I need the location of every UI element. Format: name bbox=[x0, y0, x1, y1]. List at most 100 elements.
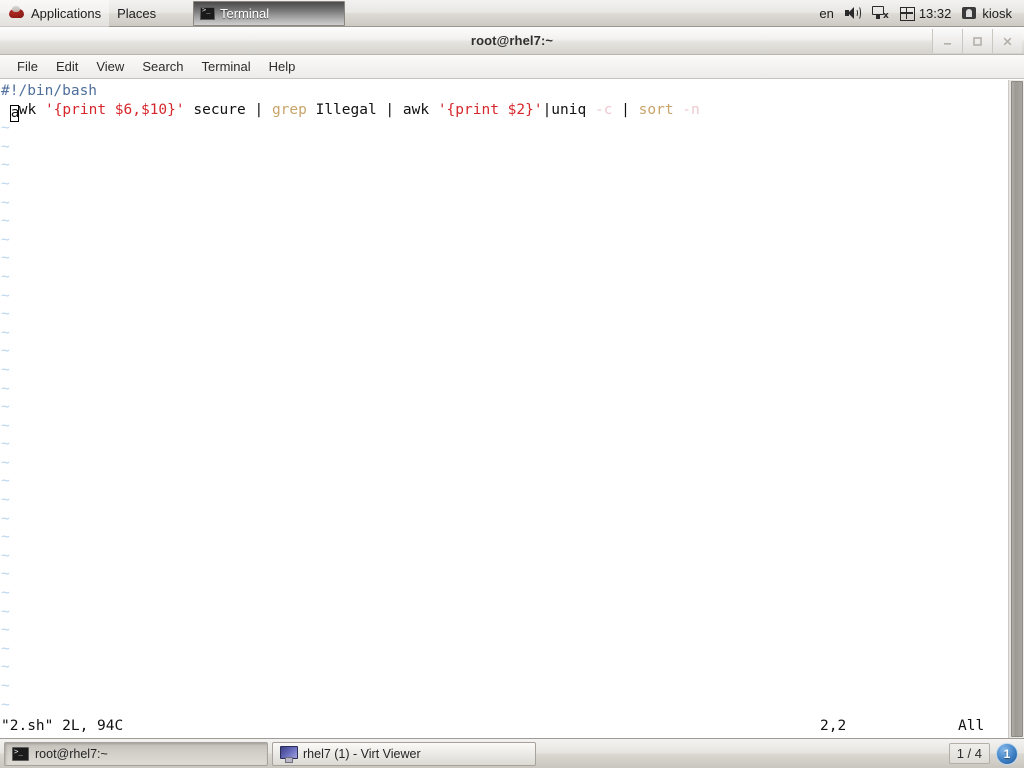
vim-empty-line: ~ bbox=[1, 510, 1008, 529]
vim-tilde-marker: ~ bbox=[1, 380, 10, 397]
menu-search[interactable]: Search bbox=[133, 55, 192, 79]
menu-help[interactable]: Help bbox=[260, 55, 305, 79]
applications-menu[interactable]: Applications bbox=[0, 0, 110, 27]
vim-empty-line: ~ bbox=[1, 156, 1008, 175]
vim-token: grep bbox=[271, 101, 307, 118]
menu-edit[interactable]: Edit bbox=[47, 55, 87, 79]
workspace-count-label[interactable]: 1 / 4 bbox=[948, 743, 990, 764]
vim-token bbox=[1, 102, 10, 118]
top-panel-left: Applications Places bbox=[0, 0, 164, 27]
taskbar-item-label: rhel7 (1) - Virt Viewer bbox=[303, 746, 421, 761]
calendar-icon bbox=[899, 6, 915, 21]
vim-empty-line: ~ bbox=[1, 472, 1008, 491]
volume-icon bbox=[844, 6, 861, 20]
clock-button[interactable]: 13:32 bbox=[895, 0, 957, 27]
vim-empty-line: ~ bbox=[1, 398, 1008, 417]
vim-tilde-marker: ~ bbox=[1, 287, 10, 304]
network-button[interactable]: x bbox=[867, 0, 894, 27]
vim-tilde-marker: ~ bbox=[1, 547, 10, 564]
terminal-screen[interactable]: #!/bin/bash awk '{print $6,$10}' secure … bbox=[0, 80, 1024, 738]
close-icon bbox=[1003, 37, 1012, 45]
vim-empty-line: ~ bbox=[1, 231, 1008, 250]
vim-tilde-marker: ~ bbox=[1, 138, 10, 155]
desktop-screen: Applications Places Terminal en bbox=[0, 0, 1024, 768]
vim-empty-line: ~ bbox=[1, 305, 1008, 324]
vim-token: '{print $6,$10}' bbox=[44, 101, 185, 118]
terminal-menu-bar: File Edit View Search Terminal Help bbox=[0, 55, 1024, 79]
vim-line: #!/bin/bash bbox=[1, 82, 1008, 101]
vim-empty-line: ~ bbox=[1, 342, 1008, 361]
vim-tilde-marker: ~ bbox=[1, 417, 10, 434]
vim-empty-line: ~ bbox=[1, 658, 1008, 677]
vim-tilde-marker: ~ bbox=[1, 436, 10, 453]
vim-tilde-marker: ~ bbox=[1, 120, 10, 137]
vim-empty-line: ~ bbox=[1, 584, 1008, 603]
vim-text-buffer[interactable]: #!/bin/bash awk '{print $6,$10}' secure … bbox=[0, 80, 1008, 716]
taskbar-item-label: root@rhel7:~ bbox=[35, 746, 108, 761]
user-menu-label: kiosk bbox=[982, 5, 1012, 21]
vim-tilde-marker: ~ bbox=[1, 175, 10, 192]
vim-tilde-marker: ~ bbox=[1, 473, 10, 490]
applications-menu-label: Applications bbox=[31, 5, 102, 21]
vim-tilde-marker: ~ bbox=[1, 678, 10, 694]
menu-terminal[interactable]: Terminal bbox=[193, 55, 260, 79]
vim-tilde-marker: ~ bbox=[1, 213, 10, 230]
vim-token: wk bbox=[18, 101, 45, 118]
minimize-button[interactable] bbox=[932, 29, 962, 53]
volume-button[interactable] bbox=[840, 0, 866, 27]
vim-tilde-marker: ~ bbox=[1, 157, 10, 174]
vim-empty-line: ~ bbox=[1, 249, 1008, 268]
minimize-icon bbox=[944, 42, 951, 45]
menu-file[interactable]: File bbox=[8, 55, 47, 79]
vim-tilde-marker: ~ bbox=[1, 585, 10, 602]
terminal-scrollbar-thumb[interactable] bbox=[1011, 81, 1023, 737]
keyboard-layout-indicator[interactable]: en bbox=[814, 0, 838, 27]
vim-empty-line: ~ bbox=[1, 603, 1008, 622]
vim-empty-line: ~ bbox=[1, 547, 1008, 566]
terminal-scrollbar[interactable] bbox=[1008, 80, 1024, 738]
vim-tilde-marker: ~ bbox=[1, 454, 10, 471]
vim-empty-line: ~ bbox=[1, 491, 1008, 510]
vim-tilde-marker: ~ bbox=[1, 268, 10, 285]
workspace-badge[interactable]: 1 bbox=[996, 742, 1018, 765]
vim-empty-line: ~ bbox=[1, 417, 1008, 436]
workspace-switcher[interactable]: 1 / 4 1 bbox=[948, 742, 1020, 765]
vim-token: secure | bbox=[184, 101, 272, 118]
vim-cursor-position: 2,2 bbox=[820, 718, 847, 734]
taskbar-item-terminal[interactable]: root@rhel7:~ bbox=[4, 741, 268, 766]
vim-empty-line: ~ bbox=[1, 435, 1008, 454]
places-menu[interactable]: Places bbox=[109, 0, 164, 27]
vim-tilde-marker: ~ bbox=[1, 696, 10, 713]
panel-window-button-terminal[interactable]: Terminal bbox=[193, 1, 345, 26]
vim-empty-line: ~ bbox=[1, 565, 1008, 584]
vim-empty-line: ~ bbox=[1, 287, 1008, 306]
menu-view[interactable]: View bbox=[87, 55, 133, 79]
panel-window-button-label: Terminal bbox=[220, 6, 270, 21]
vim-tilde-marker: ~ bbox=[1, 529, 10, 546]
clock-label: 13:32 bbox=[918, 5, 952, 21]
vim-tilde-marker: ~ bbox=[1, 492, 10, 509]
vim-empty-line: ~ bbox=[1, 528, 1008, 547]
close-button[interactable] bbox=[992, 29, 1022, 53]
user-menu[interactable]: kiosk bbox=[957, 0, 1017, 27]
monitor-icon bbox=[280, 746, 298, 763]
vim-empty-line: ~ bbox=[1, 268, 1008, 287]
window-title-bar[interactable]: root@rhel7:~ bbox=[0, 27, 1024, 55]
vim-empty-line: ~ bbox=[1, 454, 1008, 473]
vim-line: awk '{print $6,$10}' secure | grep Illeg… bbox=[1, 101, 1008, 122]
vim-tilde-marker: ~ bbox=[1, 194, 10, 211]
user-session-icon bbox=[962, 6, 977, 20]
vim-token: -n bbox=[682, 101, 700, 118]
vim-tilde-marker: ~ bbox=[1, 659, 10, 676]
vim-tilde-marker: ~ bbox=[1, 343, 10, 360]
vim-scroll-indicator: All bbox=[958, 718, 985, 734]
vim-tilde-marker: ~ bbox=[1, 361, 10, 378]
window-title: root@rhel7:~ bbox=[470, 33, 554, 48]
vim-token: #!/bin/bash bbox=[1, 83, 98, 99]
vim-empty-line: ~ bbox=[1, 119, 1008, 138]
maximize-button[interactable] bbox=[962, 29, 992, 53]
vim-empty-line: ~ bbox=[1, 621, 1008, 640]
taskbar-item-virt-viewer[interactable]: rhel7 (1) - Virt Viewer bbox=[272, 741, 536, 766]
vim-token: Illegal | awk bbox=[306, 101, 438, 118]
network-disconnected-icon: x bbox=[871, 6, 889, 21]
